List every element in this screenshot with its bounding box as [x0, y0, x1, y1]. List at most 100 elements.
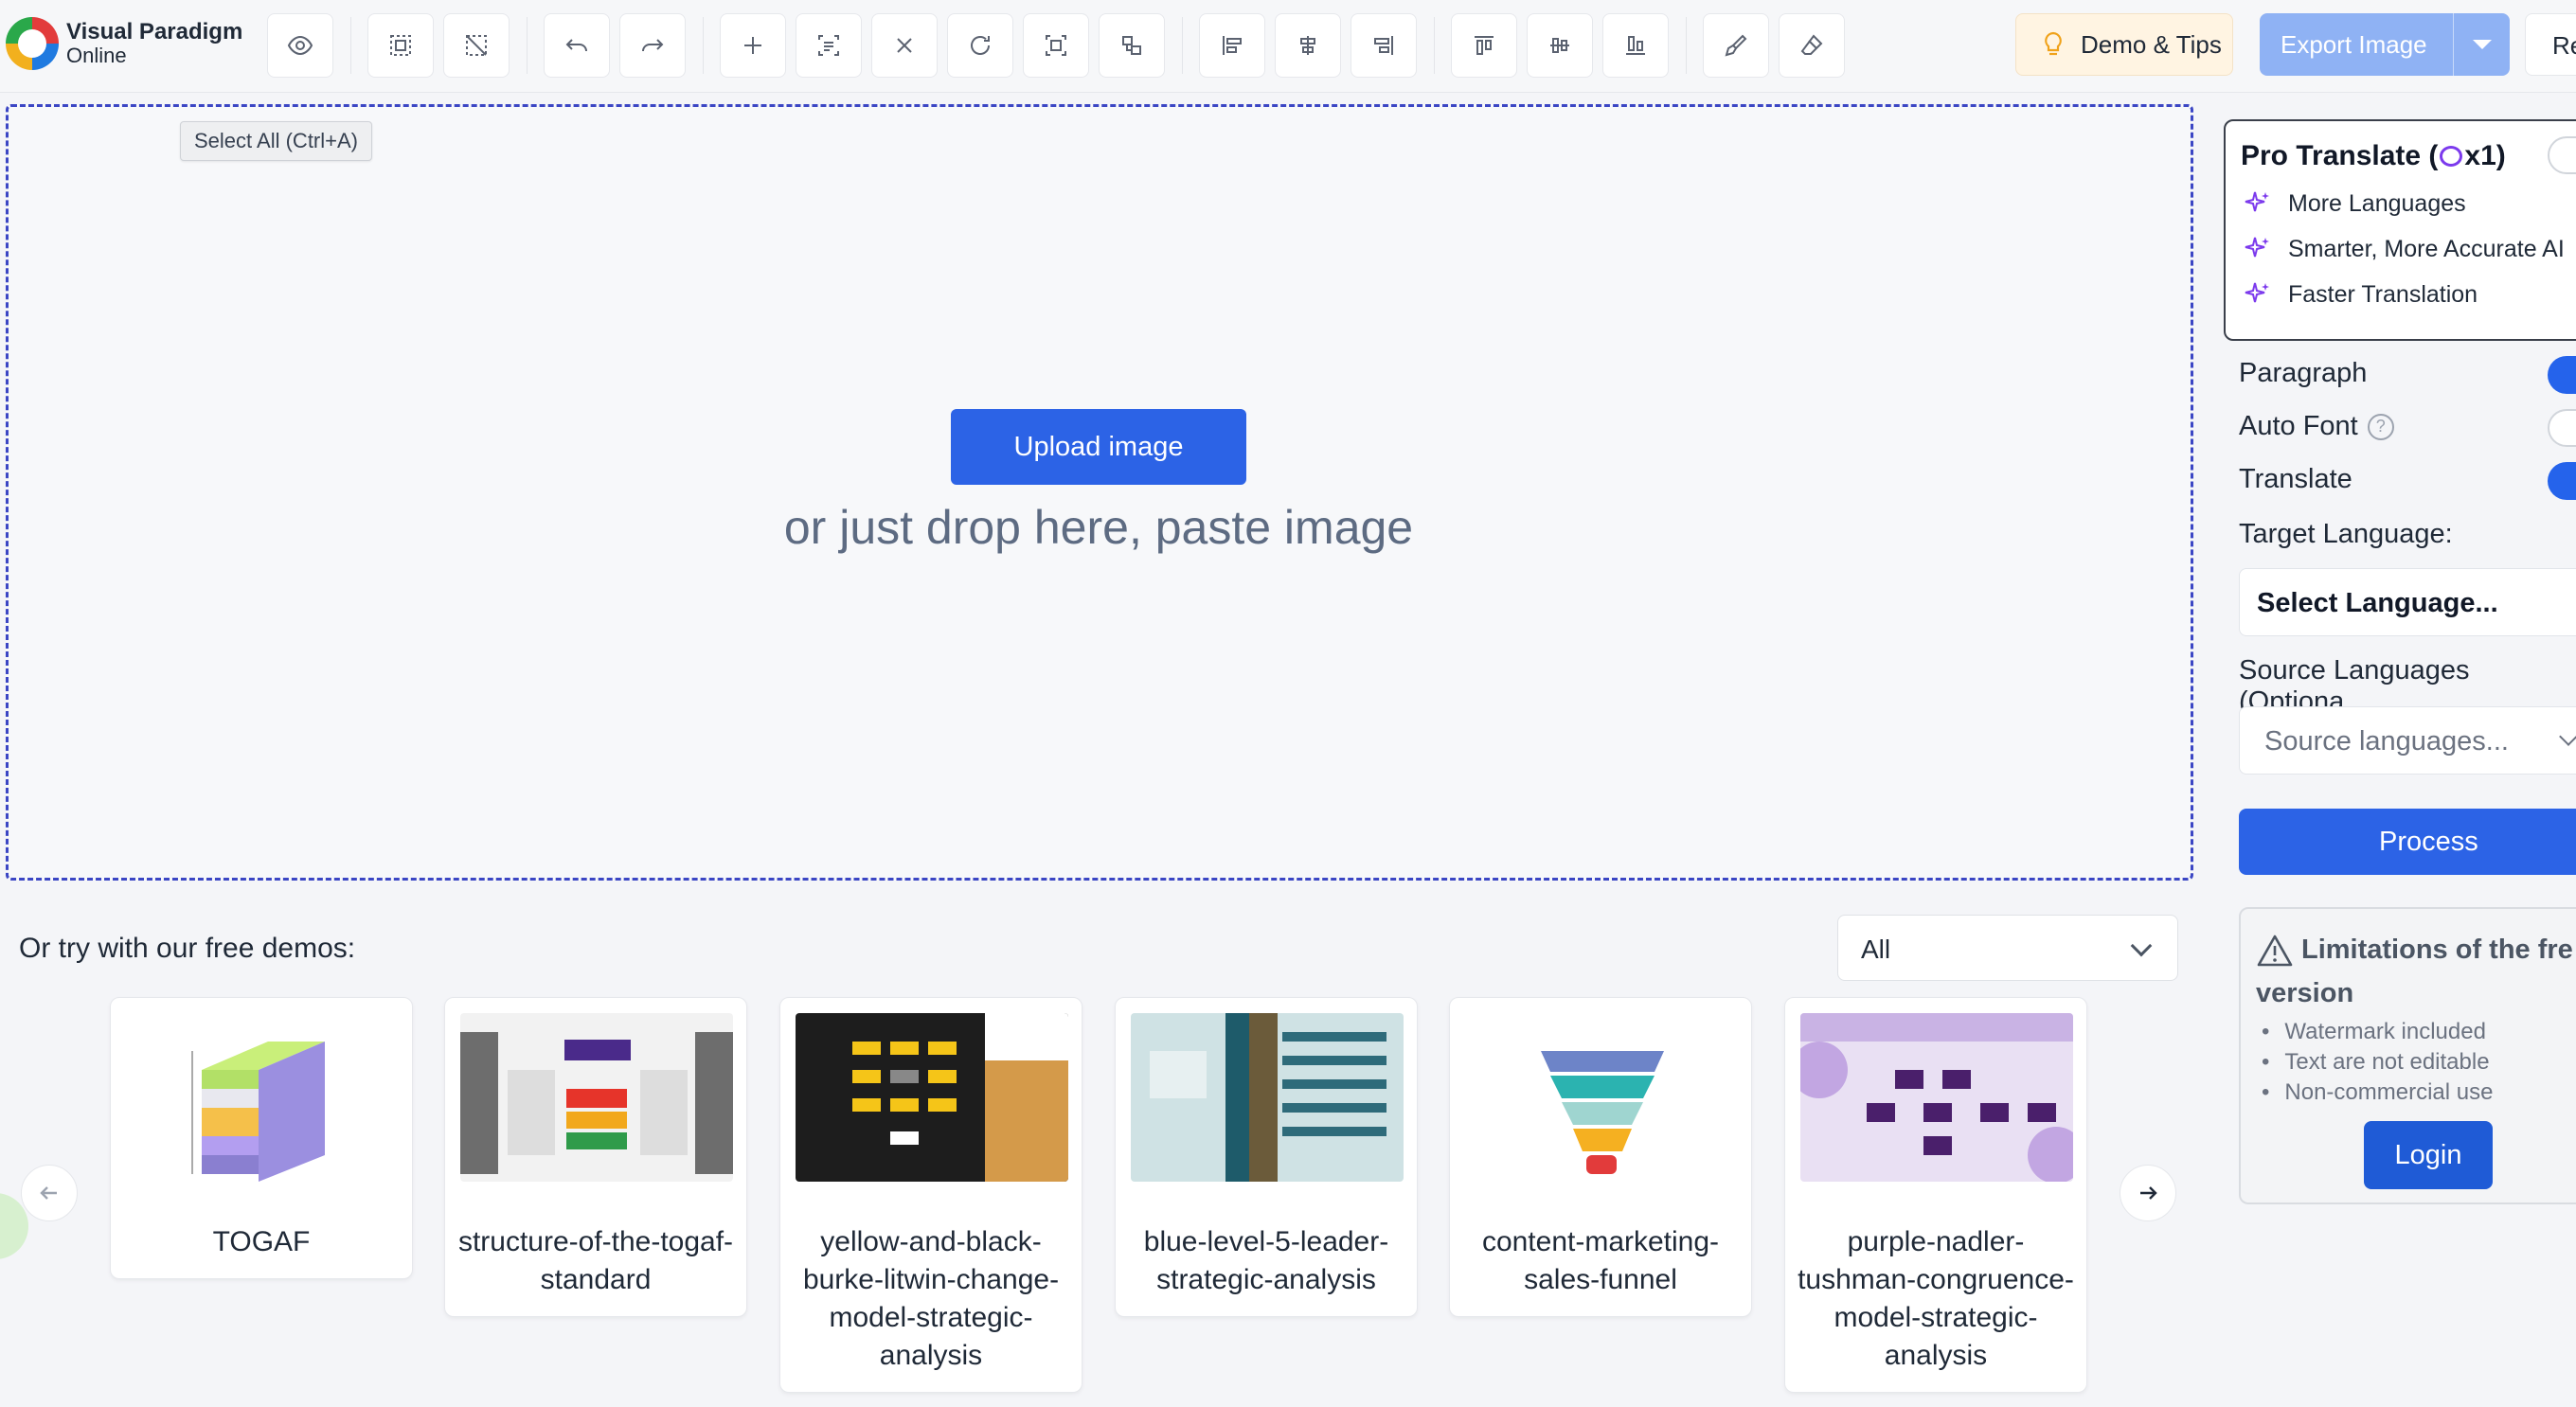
select-all-icon [390, 35, 411, 56]
process-button[interactable]: Process [2239, 809, 2576, 875]
demo-filter-value: All [1861, 935, 1891, 964]
remove-button[interactable] [871, 13, 938, 78]
source-languages-select[interactable]: Source languages... [2239, 706, 2576, 775]
scan-button[interactable] [1023, 13, 1089, 78]
add-button[interactable] [720, 13, 786, 78]
deselect-icon [466, 35, 487, 56]
auto-font-option: Auto Font ? [2239, 411, 2394, 442]
chevron-down-icon [2559, 727, 2576, 746]
paragraph-option: Paragraph [2239, 358, 2367, 389]
demos-heading: Or try with our free demos: [19, 933, 356, 964]
top-toolbar: Visual Paradigm Online Demo & Tips Expor… [0, 0, 2576, 93]
brush-button[interactable] [1703, 13, 1769, 78]
refresh-button[interactable] [947, 13, 1013, 78]
demo-card[interactable]: blue-level-5-leader-strategic-analysis [1115, 997, 1418, 1317]
limitations-card: Limitations of the fre version Watermark… [2239, 907, 2576, 1204]
paragraph-label: Paragraph [2239, 358, 2368, 388]
align-right-button[interactable] [1351, 13, 1417, 78]
align-left-icon [1223, 36, 1242, 55]
re-button[interactable]: Re [2525, 13, 2576, 76]
warning-icon [2257, 935, 2293, 967]
demo-filter-select[interactable]: All [1837, 915, 2178, 981]
target-language-select[interactable]: Select Language... [2239, 568, 2576, 636]
align-middle-button[interactable] [1527, 13, 1593, 78]
target-language-label: Target Language: [2239, 519, 2453, 549]
deselect-button[interactable] [443, 13, 510, 78]
lightbulb-icon [2045, 31, 2062, 56]
redo-icon [642, 39, 664, 52]
align-top-button[interactable] [1451, 13, 1517, 78]
select-all-button[interactable] [367, 13, 434, 78]
demo-thumbnail [1131, 1013, 1404, 1182]
pro-feature-label: Smarter, More Accurate AI [2288, 235, 2565, 262]
image-drop-zone[interactable] [6, 104, 2193, 881]
demo-card-title: TOGAF [212, 1226, 311, 1257]
align-bottom-button[interactable] [1602, 13, 1669, 78]
export-image-button[interactable]: Export Image [2260, 13, 2510, 76]
demo-tips-label: Demo & Tips [2081, 29, 2222, 59]
group-icon [1122, 36, 1141, 55]
sparkle-icon [2245, 237, 2269, 258]
translate-option: Translate [2239, 464, 2352, 495]
chevron-down-icon[interactable] [2453, 13, 2510, 76]
demo-card[interactable]: TOGAF [110, 997, 413, 1279]
pro-translate-title: Pro Translate ( x1) [2241, 140, 2506, 172]
limitations-title: Limitations of the fre version [2256, 928, 2576, 1015]
demo-card-title: content-marketing-sales-funnel [1481, 1226, 1720, 1295]
demo-card[interactable]: purple-nadler-tushman-congruence-model-s… [1784, 997, 2087, 1393]
pro-translate-card: Pro Translate ( x1) More Languages Smart… [2224, 119, 2576, 341]
pro-title-prefix: Pro Translate ( [2241, 140, 2439, 171]
pro-feature-label: More Languages [2288, 189, 2466, 217]
undo-button[interactable] [544, 13, 610, 78]
app-logo[interactable]: Visual Paradigm Online [6, 15, 242, 72]
demo-card[interactable]: content-marketing-sales-funnel [1449, 997, 1752, 1317]
limitations-list: Watermark included Text are not editable… [2262, 1017, 2493, 1108]
align-left-button[interactable] [1199, 13, 1265, 78]
login-button[interactable]: Login [2364, 1121, 2493, 1189]
preview-button[interactable] [267, 13, 333, 78]
arrow-right-icon [2140, 1186, 2157, 1200]
auto-font-toggle[interactable] [2548, 409, 2576, 447]
group-button[interactable] [1099, 13, 1165, 78]
eraser-button[interactable] [1779, 13, 1845, 78]
sparkle-icon [2245, 282, 2269, 303]
pro-feature-item: Smarter, More Accurate AI [2243, 235, 2565, 263]
translate-label: Translate [2239, 464, 2352, 494]
eye-icon [287, 35, 313, 56]
close-icon [897, 38, 912, 53]
pro-feature-item: Faster Translation [2243, 280, 2478, 309]
align-middle-icon [1550, 38, 1569, 53]
demo-card-title: yellow-and-black-burke-litwin-change-mod… [802, 1226, 1060, 1371]
arrow-left-icon [40, 1186, 57, 1200]
demos-next-button[interactable] [2120, 1165, 2176, 1221]
help-icon[interactable]: ? [2367, 413, 2394, 440]
demo-thumbnail [126, 1013, 399, 1182]
demo-card[interactable]: yellow-and-black-burke-litwin-change-mod… [779, 997, 1082, 1393]
auto-font-label: Auto Font [2239, 411, 2358, 441]
demo-tips-button[interactable]: Demo & Tips [2015, 13, 2233, 76]
demo-card[interactable]: structure-of-the-togaf-standard [444, 997, 747, 1317]
pro-feature-item: More Languages [2243, 189, 2466, 218]
align-center-button[interactable] [1275, 13, 1341, 78]
paragraph-toggle[interactable] [2548, 356, 2576, 394]
upload-image-button[interactable]: Upload image [951, 409, 1246, 485]
scan-icon [1046, 35, 1066, 56]
demos-prev-button[interactable] [21, 1165, 78, 1221]
text-detect-button[interactable] [796, 13, 862, 78]
translate-toggle[interactable] [2548, 462, 2576, 500]
align-center-icon [1300, 36, 1315, 55]
logo-icon [6, 17, 59, 70]
redo-button[interactable] [619, 13, 686, 78]
undo-icon [565, 39, 587, 52]
refresh-icon [971, 36, 990, 55]
select-all-tooltip: Select All (Ctrl+A) [180, 121, 372, 161]
limitations-title-text: Limitations of the fre version [2256, 935, 2573, 1008]
demo-card-title: structure-of-the-togaf-standard [457, 1226, 734, 1295]
drop-hint-text: or just drop here, paste image [783, 501, 1414, 554]
source-languages-placeholder: Source languages... [2264, 726, 2509, 757]
demo-card-title: purple-nadler-tushman-congruence-model-s… [1798, 1226, 2074, 1371]
demo-thumbnail [796, 1013, 1068, 1182]
demo-thumbnail [1465, 1013, 1738, 1182]
align-right-icon [1374, 36, 1393, 55]
pro-title-suffix: x1) [2464, 140, 2506, 171]
